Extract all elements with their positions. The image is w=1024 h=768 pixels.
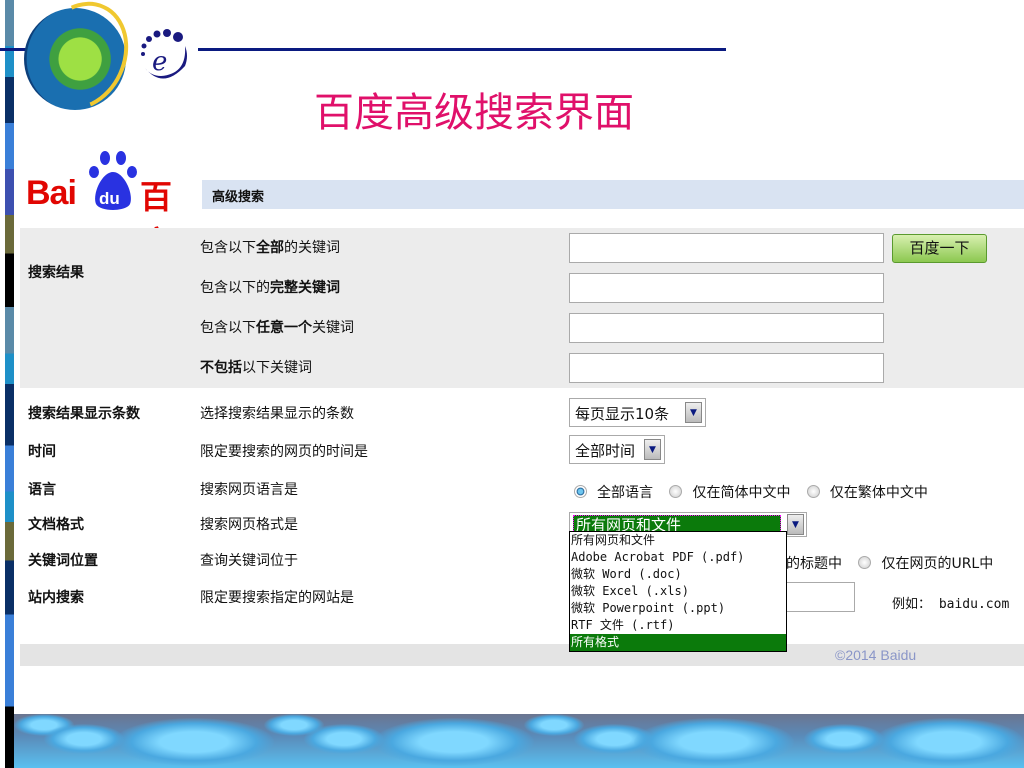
format-option[interactable]: 微软 Powerpoint (.ppt) bbox=[570, 600, 786, 617]
format-option[interactable]: 微软 Excel (.xls) bbox=[570, 583, 786, 600]
row-desc: 限定要搜索的网页的时间是 bbox=[200, 444, 368, 460]
title-rule bbox=[198, 48, 726, 51]
row-desc: 限定要搜索指定的网站是 bbox=[200, 590, 354, 606]
row-desc: 查询关键词位于 bbox=[200, 553, 298, 569]
format-option-highlighted[interactable]: 所有格式 bbox=[570, 634, 786, 651]
logo-text-bai: Bai bbox=[26, 174, 77, 212]
format-option[interactable]: 所有网页和文件 bbox=[570, 532, 786, 549]
row-label: 关键词位置 bbox=[28, 553, 98, 569]
language-radio-group: 全部语言 仅在简体中文中 仅在繁体中文中 bbox=[574, 482, 940, 502]
row-label: 语言 bbox=[28, 482, 56, 498]
radio-all-languages[interactable] bbox=[574, 485, 587, 498]
svg-text:e: e bbox=[152, 47, 167, 77]
position-radio-group: 的标题中 仅在网页的URL中 bbox=[786, 556, 994, 572]
footer: ©2014 Baidu bbox=[20, 644, 1024, 666]
row-label: 站内搜索 bbox=[28, 590, 84, 606]
paw-icon: du bbox=[89, 151, 137, 210]
globe-ring-icon bbox=[16, 0, 146, 126]
decorative-side-strip bbox=[5, 0, 14, 768]
format-option[interactable]: Adobe Acrobat PDF (.pdf) bbox=[570, 549, 786, 566]
keyword-row-all: 包含以下全部的关键词 bbox=[200, 240, 340, 256]
row-desc: 选择搜索结果显示的条数 bbox=[200, 406, 354, 422]
row-label: 文档格式 bbox=[28, 517, 84, 533]
radio-simplified[interactable] bbox=[669, 485, 683, 498]
chevron-down-icon: ▼ bbox=[787, 514, 804, 535]
radio-url[interactable] bbox=[858, 556, 872, 569]
all-keywords-input[interactable] bbox=[569, 233, 884, 263]
site-example: 例如： baidu.com bbox=[892, 597, 1010, 612]
row-desc: 搜索网页格式是 bbox=[200, 517, 298, 533]
chevron-down-icon: ▼ bbox=[644, 439, 661, 460]
chevron-down-icon: ▼ bbox=[685, 402, 702, 423]
header-label: 高级搜索 bbox=[212, 190, 265, 205]
slide-title: 百度高级搜索界面 bbox=[314, 90, 634, 136]
search-button[interactable]: 百度一下 bbox=[892, 234, 987, 263]
any-keyword-input[interactable] bbox=[569, 313, 884, 343]
header-bar: 高级搜索 bbox=[202, 180, 1024, 209]
site-input[interactable] bbox=[785, 582, 855, 612]
format-option[interactable]: 微软 Word (.doc) bbox=[570, 566, 786, 583]
keyword-row-exclude: 不包括以下关键词 bbox=[200, 360, 312, 376]
exact-phrase-input[interactable] bbox=[569, 273, 884, 303]
exclude-keywords-input[interactable] bbox=[569, 353, 884, 383]
row-label: 搜索结果显示条数 bbox=[28, 406, 140, 422]
row-desc: 搜索网页语言是 bbox=[200, 482, 298, 498]
decorative-bubble-banner bbox=[14, 714, 1024, 768]
time-select[interactable]: 全部时间 ▼ bbox=[569, 435, 665, 464]
baidu-logo: Bai du 百度 bbox=[26, 150, 196, 262]
results-label: 搜索结果 bbox=[28, 265, 84, 281]
logo-text-du: du bbox=[99, 189, 120, 208]
copyright: ©2014 Baidu bbox=[835, 647, 917, 663]
format-option[interactable]: RTF 文件 (.rtf) bbox=[570, 617, 786, 634]
radio-traditional[interactable] bbox=[806, 485, 820, 498]
results-count-select[interactable]: 每页显示10条 ▼ bbox=[569, 398, 706, 427]
format-options-list: 所有网页和文件 Adobe Acrobat PDF (.pdf) 微软 Word… bbox=[569, 531, 787, 652]
row-label: 时间 bbox=[28, 444, 56, 460]
keyword-row-any: 包含以下任意一个关键词 bbox=[200, 320, 354, 336]
keyword-row-exact: 包含以下的完整关键词 bbox=[200, 280, 340, 296]
e-logo-icon: e bbox=[141, 29, 187, 79]
